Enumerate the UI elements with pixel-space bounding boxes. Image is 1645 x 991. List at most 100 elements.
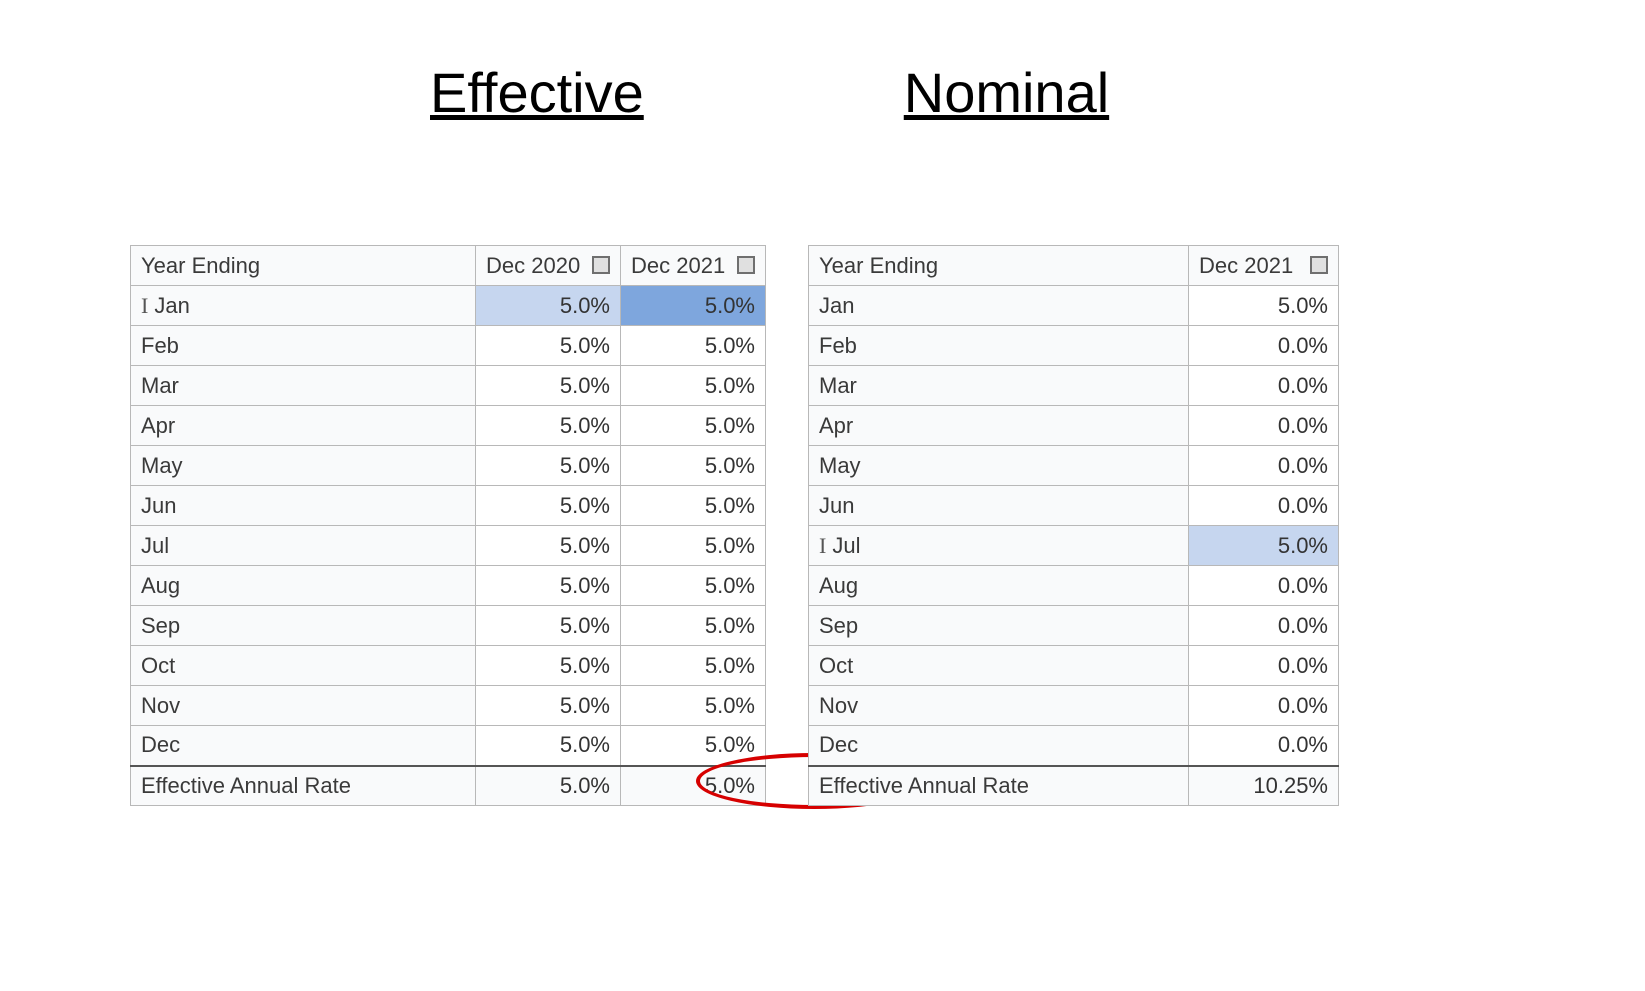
checkbox-icon[interactable] [592,256,610,274]
row-month-label[interactable]: Jul [809,526,1189,566]
table-row: Dec5.0%5.0% [131,726,766,766]
rate-cell[interactable]: 5.0% [621,326,766,366]
rate-cell[interactable]: 5.0% [621,726,766,766]
table-row: Jul5.0%5.0% [131,526,766,566]
table-row: May0.0% [809,446,1339,486]
table-row: Nov0.0% [809,686,1339,726]
row-month-label[interactable]: Jun [131,486,476,526]
checkbox-icon[interactable] [1310,256,1328,274]
row-month-label[interactable]: Dec [131,726,476,766]
row-month-label[interactable]: Feb [809,326,1189,366]
row-month-label[interactable]: Sep [131,606,476,646]
rate-cell[interactable]: 5.0% [621,566,766,606]
table-row: Feb0.0% [809,326,1339,366]
row-month-label[interactable]: Oct [131,646,476,686]
rate-cell[interactable]: 5.0% [1189,286,1339,326]
rate-cell[interactable]: 0.0% [1189,366,1339,406]
table-row: Jul5.0% [809,526,1339,566]
rate-cell[interactable]: 5.0% [621,606,766,646]
row-month-label[interactable]: Apr [131,406,476,446]
row-month-label[interactable]: Mar [809,366,1189,406]
rate-cell[interactable]: 5.0% [476,526,621,566]
header-dec-2021[interactable]: Dec 2021 [1189,246,1339,286]
rate-cell[interactable]: 5.0% [621,406,766,446]
rate-cell[interactable]: 5.0% [476,726,621,766]
table-row: Aug0.0% [809,566,1339,606]
table-row: Sep5.0%5.0% [131,606,766,646]
header-dec-2021[interactable]: Dec 2021 [621,246,766,286]
footer-label: Effective Annual Rate [131,766,476,806]
footer-label: Effective Annual Rate [809,766,1189,806]
rate-cell[interactable]: 5.0% [476,446,621,486]
rate-cell[interactable]: 5.0% [621,526,766,566]
column-label: Dec 2020 [486,253,580,278]
table-row: Mar0.0% [809,366,1339,406]
table-row: Sep0.0% [809,606,1339,646]
row-month-label[interactable]: Mar [131,366,476,406]
row-month-label[interactable]: Feb [131,326,476,366]
effective-rate-table: Year Ending Dec 2020 Dec 2021 Jan5.0%5.0… [130,245,766,806]
table-row: Aug5.0%5.0% [131,566,766,606]
rate-cell[interactable]: 5.0% [476,606,621,646]
rate-cell[interactable]: 0.0% [1189,406,1339,446]
rate-cell[interactable]: 5.0% [476,686,621,726]
rate-cell[interactable]: 5.0% [476,486,621,526]
table-row: Oct0.0% [809,646,1339,686]
table-row: Dec0.0% [809,726,1339,766]
row-month-label[interactable]: Jan [131,286,476,326]
header-dec-2020[interactable]: Dec 2020 [476,246,621,286]
rate-cell[interactable]: 5.0% [621,686,766,726]
rate-cell[interactable]: 5.0% [1189,526,1339,566]
row-month-label[interactable]: Jul [131,526,476,566]
rate-cell[interactable]: 0.0% [1189,726,1339,766]
table-row: Feb5.0%5.0% [131,326,766,366]
effective-annual-rate-row: Effective Annual Rate 5.0% 5.0% [131,766,766,806]
rate-cell[interactable]: 0.0% [1189,326,1339,366]
table-row: Mar5.0%5.0% [131,366,766,406]
row-month-label[interactable]: May [809,446,1189,486]
footer-value-2021: 5.0% [621,766,766,806]
rate-cell[interactable]: 5.0% [476,566,621,606]
row-month-label[interactable]: Jun [809,486,1189,526]
row-month-label[interactable]: Nov [131,686,476,726]
row-month-label[interactable]: Apr [809,406,1189,446]
rate-cell[interactable]: 5.0% [476,406,621,446]
title-nominal: Nominal [904,60,1109,125]
rate-cell[interactable]: 5.0% [621,446,766,486]
column-label: Dec 2021 [631,253,725,278]
rate-cell[interactable]: 0.0% [1189,486,1339,526]
header-year-ending: Year Ending [809,246,1189,286]
row-month-label[interactable]: Nov [809,686,1189,726]
effective-annual-rate-row: Effective Annual Rate 10.25% [809,766,1339,806]
row-month-label[interactable]: Sep [809,606,1189,646]
rate-cell[interactable]: 5.0% [476,286,621,326]
rate-cell[interactable]: 5.0% [476,366,621,406]
rate-cell[interactable]: 0.0% [1189,566,1339,606]
rate-cell[interactable]: 0.0% [1189,646,1339,686]
header-year-ending: Year Ending [131,246,476,286]
row-month-label[interactable]: Oct [809,646,1189,686]
rate-cell[interactable]: 0.0% [1189,606,1339,646]
rate-cell[interactable]: 5.0% [621,366,766,406]
rate-cell[interactable]: 5.0% [621,286,766,326]
row-month-label[interactable]: Jan [809,286,1189,326]
rate-cell[interactable]: 0.0% [1189,686,1339,726]
table-row: Apr5.0%5.0% [131,406,766,446]
rate-cell[interactable]: 5.0% [621,486,766,526]
rate-cell[interactable]: 5.0% [476,326,621,366]
row-month-label[interactable]: Aug [131,566,476,606]
rate-cell[interactable]: 0.0% [1189,446,1339,486]
row-month-label[interactable]: May [131,446,476,486]
row-month-label[interactable]: Aug [809,566,1189,606]
nominal-rate-table: Year Ending Dec 2021 Jan5.0%Feb0.0%Mar0.… [808,245,1339,806]
rate-cell[interactable]: 5.0% [621,646,766,686]
footer-value-2021: 10.25% [1189,766,1339,806]
table-header-row: Year Ending Dec 2021 [809,246,1339,286]
column-label: Dec 2021 [1199,253,1293,278]
row-month-label[interactable]: Dec [809,726,1189,766]
table-row: Nov5.0%5.0% [131,686,766,726]
table-row: Jan5.0%5.0% [131,286,766,326]
checkbox-icon[interactable] [737,256,755,274]
rate-cell[interactable]: 5.0% [476,646,621,686]
title-effective: Effective [430,60,644,125]
